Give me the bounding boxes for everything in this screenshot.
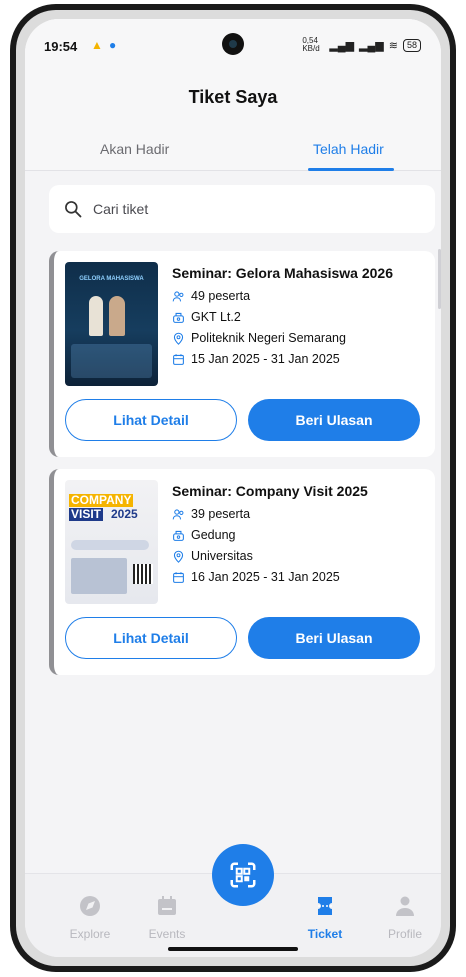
- poster-info-block: [71, 558, 127, 594]
- participants-count: 49 peserta: [191, 289, 251, 303]
- location-pin-icon: [173, 332, 184, 345]
- tab-akan-hadir[interactable]: Akan Hadir: [100, 141, 169, 157]
- give-review-button[interactable]: Beri Ulasan: [248, 399, 420, 441]
- event-date: 16 Jan 2025 - 31 Jan 2025: [191, 570, 340, 584]
- page-title: Tiket Saya: [188, 87, 278, 107]
- location-row: Universitas: [172, 549, 253, 563]
- location-name: Universitas: [191, 549, 253, 563]
- signal-icon-2: ▂▄▆: [359, 39, 384, 52]
- event-poster: COMPANY VISIT 2025: [65, 480, 158, 604]
- nav-label: Events: [148, 927, 186, 941]
- front-camera: [222, 33, 244, 55]
- compass-icon: [80, 896, 100, 916]
- phone-bezel: 19:54 ▲ ● 0,54 KB/d ▂▄▆ ▂▄▆ ≋ 58 Tiket S…: [16, 10, 450, 966]
- room-row: Gedung: [172, 528, 235, 542]
- status-time: 19:54: [44, 39, 78, 54]
- ticket-card: COMPANY VISIT 2025 Seminar: Company Visi…: [49, 469, 435, 675]
- building-icon: [173, 530, 184, 541]
- location-pin-icon: [173, 550, 184, 563]
- event-date: 15 Jan 2025 - 31 Jan 2025: [191, 352, 340, 366]
- calendar-icon: [158, 896, 176, 915]
- nav-explore[interactable]: Explore: [60, 894, 120, 941]
- room-row: GKT Lt.2: [172, 310, 241, 324]
- ticket-title: Seminar: Company Visit 2025: [172, 483, 368, 499]
- participants-row: 39 peserta: [172, 507, 250, 521]
- view-detail-button[interactable]: Lihat Detail: [65, 617, 237, 659]
- ticket-card: GELORA MAHASISWA Seminar: Gelora Mahasis…: [49, 251, 435, 457]
- poster-person: [109, 296, 125, 336]
- signal-icon: ▂▄▆: [329, 39, 355, 52]
- scan-qr-button[interactable]: [212, 844, 274, 906]
- give-review-button[interactable]: Beri Ulasan: [248, 617, 420, 659]
- ticket-title: Seminar: Gelora Mahasiswa 2026: [172, 265, 393, 281]
- people-icon: [172, 508, 184, 519]
- nav-events[interactable]: Events: [137, 894, 197, 941]
- scrollbar[interactable]: [438, 249, 441, 309]
- participants-row: 49 peserta: [172, 289, 250, 303]
- location-name: Politeknik Negeri Semarang: [191, 331, 346, 345]
- calendar-icon: [173, 571, 184, 583]
- date-row: 15 Jan 2025 - 31 Jan 2025: [172, 352, 340, 366]
- bottom-navigation: Explore Events Ticket Profile: [25, 844, 441, 957]
- screen: 19:54 ▲ ● 0,54 KB/d ▂▄▆ ▂▄▆ ≋ 58 Tiket S…: [25, 19, 441, 957]
- building-icon: [173, 312, 184, 323]
- wifi-icon: ≋: [388, 39, 398, 52]
- room-name: GKT Lt.2: [191, 310, 241, 324]
- poster-title-line3: 2025: [111, 507, 138, 521]
- qr-code-image: [133, 564, 153, 584]
- search-icon: [65, 201, 82, 218]
- location-row: Politeknik Negeri Semarang: [172, 331, 346, 345]
- nav-ticket[interactable]: Ticket: [295, 894, 355, 941]
- net-speed: 0,54 KB/d: [302, 36, 320, 53]
- poster-person: [89, 296, 103, 336]
- phone-frame: 19:54 ▲ ● 0,54 KB/d ▂▄▆ ▂▄▆ ≋ 58 Tiket S…: [10, 4, 456, 972]
- qr-scan-icon: [230, 862, 256, 888]
- calendar-icon: [173, 353, 184, 365]
- poster-title-line2: VISIT: [69, 507, 104, 521]
- event-poster: GELORA MAHASISWA: [65, 262, 158, 386]
- poster-title-line1: COMPANY: [69, 493, 134, 507]
- home-indicator[interactable]: [168, 947, 298, 951]
- nav-label: Ticket: [307, 927, 343, 941]
- ticket-icon: [318, 897, 332, 915]
- participants-count: 39 peserta: [191, 507, 251, 521]
- poster-logo-strip: [71, 540, 149, 550]
- nav-label: Explore: [69, 927, 111, 941]
- poster-title: GELORA MAHASISWA: [79, 276, 144, 282]
- battery-icon: 58: [402, 38, 421, 52]
- people-icon: [172, 290, 184, 301]
- tab-telah-hadir[interactable]: Telah Hadir: [313, 141, 384, 157]
- view-detail-button[interactable]: Lihat Detail: [65, 399, 237, 441]
- poster-info-block: [71, 344, 152, 378]
- status-bar: 19:54 ▲ ● 0,54 KB/d ▂▄▆ ▂▄▆ ≋ 58: [25, 19, 441, 71]
- search-bar[interactable]: [49, 185, 435, 233]
- tab-bar: Akan Hadir Telah Hadir: [25, 131, 441, 171]
- nav-label: Profile: [387, 927, 422, 941]
- active-tab-indicator: [308, 168, 394, 171]
- person-icon: [396, 896, 414, 916]
- date-row: 16 Jan 2025 - 31 Jan 2025: [172, 570, 340, 584]
- status-right: 0,54 KB/d ▂▄▆ ▂▄▆ ≋ 58: [302, 37, 421, 53]
- room-name: Gedung: [191, 528, 236, 542]
- search-input[interactable]: [93, 201, 393, 217]
- drive-icon: ▲: [91, 38, 103, 52]
- nav-profile[interactable]: Profile: [375, 894, 435, 941]
- notification-icon: ●: [109, 38, 117, 52]
